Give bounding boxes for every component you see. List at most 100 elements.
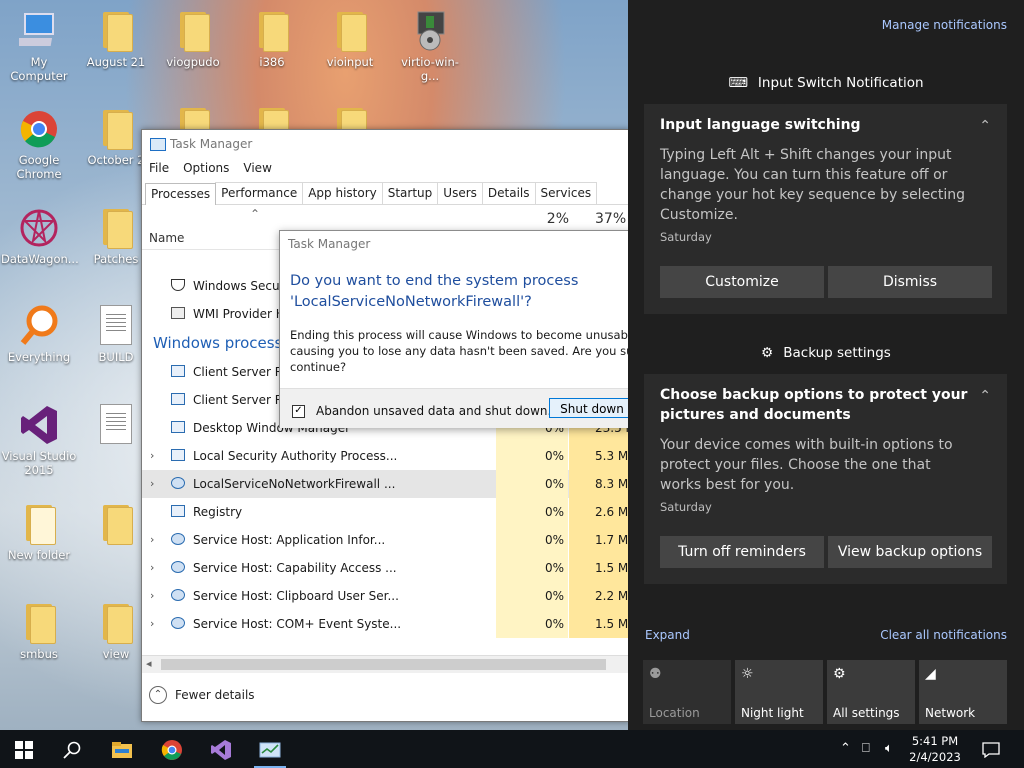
process-cpu: 0%: [496, 554, 568, 582]
desktop-icon-viogpudo[interactable]: viogpudo: [155, 10, 231, 69]
desktop-icon-vioinput[interactable]: vioinput: [312, 10, 388, 69]
volume-icon[interactable]: 🔈︎: [885, 730, 893, 768]
notification-body: Your device comes with built-in options …: [660, 437, 953, 493]
desktop-icon-new-folder[interactable]: New folder: [1, 503, 77, 562]
column-header-memory[interactable]: 37%: [595, 211, 626, 227]
taskbar: ⌃ ⎕ 🔈︎ 5:41 PM 2/4/2023: [0, 730, 1024, 768]
table-row[interactable]: › Service Host: Capability Access ... 0% 1.…: [142, 554, 629, 582]
process-memory: 5.3 M: [569, 442, 629, 470]
search-button[interactable]: [48, 730, 96, 768]
table-row[interactable]: › Service Host: COM+ Event Syste... 0% 1.5 …: [142, 610, 629, 638]
installer-icon: [410, 10, 450, 52]
visual-studio-icon: [211, 739, 231, 760]
fewer-details-button[interactable]: ⌃ Fewer details: [149, 686, 255, 704]
folder-icon: [19, 503, 59, 545]
table-row[interactable]: › Local Security Authority Process... 0% 5.…: [142, 442, 629, 470]
chevron-right-icon[interactable]: ›: [150, 610, 154, 638]
clear-all-notifications-link[interactable]: Clear all notifications: [880, 628, 1007, 642]
process-icon: [171, 561, 185, 573]
process-name: Service Host: Clipboard User Ser...: [193, 589, 399, 603]
chevron-right-icon[interactable]: ›: [150, 554, 154, 582]
dismiss-button[interactable]: Dismiss: [828, 266, 992, 298]
desktop-icon-my-computer[interactable]: My Computer: [1, 10, 77, 83]
process-icon: [171, 393, 185, 405]
show-hidden-icons-chevron-icon[interactable]: ⌃: [840, 730, 851, 768]
desktop-icon-everything[interactable]: Everything: [1, 305, 77, 364]
table-row[interactable]: › LocalServiceNoNetworkFirewall ... 0% 8.3 …: [142, 470, 629, 498]
clock[interactable]: 5:41 PM 2/4/2023: [906, 733, 964, 765]
menu-view[interactable]: View: [243, 161, 271, 175]
start-button[interactable]: [0, 730, 48, 768]
scrollbar-thumb[interactable]: [161, 659, 606, 670]
chrome-icon: [161, 739, 182, 760]
tab-app-history[interactable]: App history: [302, 182, 383, 204]
notification-card-input-language[interactable]: Input language switching ⌃ Typing Left A…: [644, 104, 1007, 314]
table-row[interactable]: › Service Host: Application Infor... 0% 1.7…: [142, 526, 629, 554]
chevron-right-icon[interactable]: ›: [150, 526, 154, 554]
column-header-cpu[interactable]: 2%: [497, 211, 569, 227]
chevron-right-icon[interactable]: ›: [150, 582, 154, 610]
process-icon: [171, 421, 185, 433]
process-icon: [171, 617, 185, 629]
desktop-icon-august-21[interactable]: August 21: [78, 10, 154, 69]
process-cpu: 0%: [496, 498, 568, 526]
dialog-footer: ✓ Abandon unsaved data and shut down. Sh…: [280, 388, 635, 428]
quick-action-night-light[interactable]: ☼ Night light: [735, 660, 823, 724]
chevron-right-icon[interactable]: ›: [150, 442, 154, 470]
desktop-icon-datawagon[interactable]: DataWagon...: [1, 207, 79, 266]
quick-action-network[interactable]: ◢ Network: [919, 660, 1007, 724]
tab-processes[interactable]: Processes: [145, 183, 217, 205]
taskbar-file-explorer[interactable]: [98, 730, 146, 768]
process-name: Registry: [193, 505, 243, 519]
desktop-icon-google-chrome[interactable]: Google Chrome: [1, 108, 77, 181]
tab-startup[interactable]: Startup: [381, 182, 439, 204]
notification-body: Typing Left Alt + Shift changes your inp…: [660, 147, 966, 223]
folder-icon: [173, 10, 213, 52]
collapse-chevron-icon[interactable]: ⌃: [979, 118, 991, 134]
horizontal-scrollbar[interactable]: ◂: [142, 655, 629, 673]
notification-icon: [982, 741, 1000, 758]
desktop-icon-visual-studio[interactable]: Visual Studio 2015: [1, 404, 77, 477]
taskbar-chrome[interactable]: [148, 730, 196, 768]
manage-notifications-link[interactable]: Manage notifications: [882, 18, 1007, 32]
desktop-icon-virtio-win[interactable]: virtio-win-g...: [392, 10, 468, 83]
notification-title: Choose backup options to protect your pi…: [660, 387, 968, 423]
checkbox-label[interactable]: Abandon unsaved data and shut down.: [316, 404, 551, 418]
turn-off-reminders-button[interactable]: Turn off reminders: [660, 536, 824, 568]
tab-services[interactable]: Services: [534, 182, 598, 204]
menu-file[interactable]: File: [149, 161, 169, 175]
taskbar-task-manager[interactable]: [246, 730, 294, 768]
menu-options[interactable]: Options: [183, 161, 229, 175]
abandon-data-checkbox[interactable]: ✓: [292, 405, 305, 418]
tab-users[interactable]: Users: [437, 182, 483, 204]
chrome-icon: [19, 108, 59, 150]
sort-arrow-icon: ⌃: [250, 207, 261, 221]
network-tray-icon[interactable]: ⎕: [862, 730, 870, 768]
window-title-bar[interactable]: Task Manager: [142, 130, 629, 158]
tab-details[interactable]: Details: [481, 182, 536, 204]
notification-card-backup[interactable]: Choose backup options to protect your pi…: [644, 374, 1007, 584]
collapse-chevron-icon[interactable]: ⌃: [979, 388, 991, 404]
column-header-name[interactable]: Name: [149, 231, 184, 245]
action-center-button[interactable]: [970, 730, 1012, 768]
document-icon: [96, 305, 136, 347]
table-row[interactable]: Registry 0% 2.6 M: [142, 498, 629, 526]
chevron-right-icon[interactable]: ›: [150, 470, 154, 498]
scroll-left-icon[interactable]: ◂: [146, 657, 152, 670]
view-backup-options-button[interactable]: View backup options: [828, 536, 992, 568]
shut-down-button[interactable]: Shut down: [549, 398, 635, 418]
quick-action-location[interactable]: ⚉ Location: [643, 660, 731, 724]
desktop-icon-i386[interactable]: i386: [234, 10, 310, 69]
dialog-heading: Do you want to end the system process 'L…: [290, 273, 579, 310]
clock-time: 5:41 PM: [911, 734, 959, 748]
taskbar-visual-studio[interactable]: [197, 730, 245, 768]
quick-action-all-settings[interactable]: ⚙ All settings: [827, 660, 915, 724]
table-row[interactable]: › Service Host: Clipboard User Ser... 0% 2.…: [142, 582, 629, 610]
location-icon: ⚉: [649, 666, 662, 682]
tab-performance[interactable]: Performance: [215, 182, 304, 204]
folder-icon: [96, 108, 136, 150]
expand-link[interactable]: Expand: [645, 628, 690, 642]
desktop-icon-smbus[interactable]: smbus: [1, 602, 77, 661]
group-title-input-switch: ⌨ Input Switch Notification: [728, 75, 924, 91]
customize-button[interactable]: Customize: [660, 266, 824, 298]
